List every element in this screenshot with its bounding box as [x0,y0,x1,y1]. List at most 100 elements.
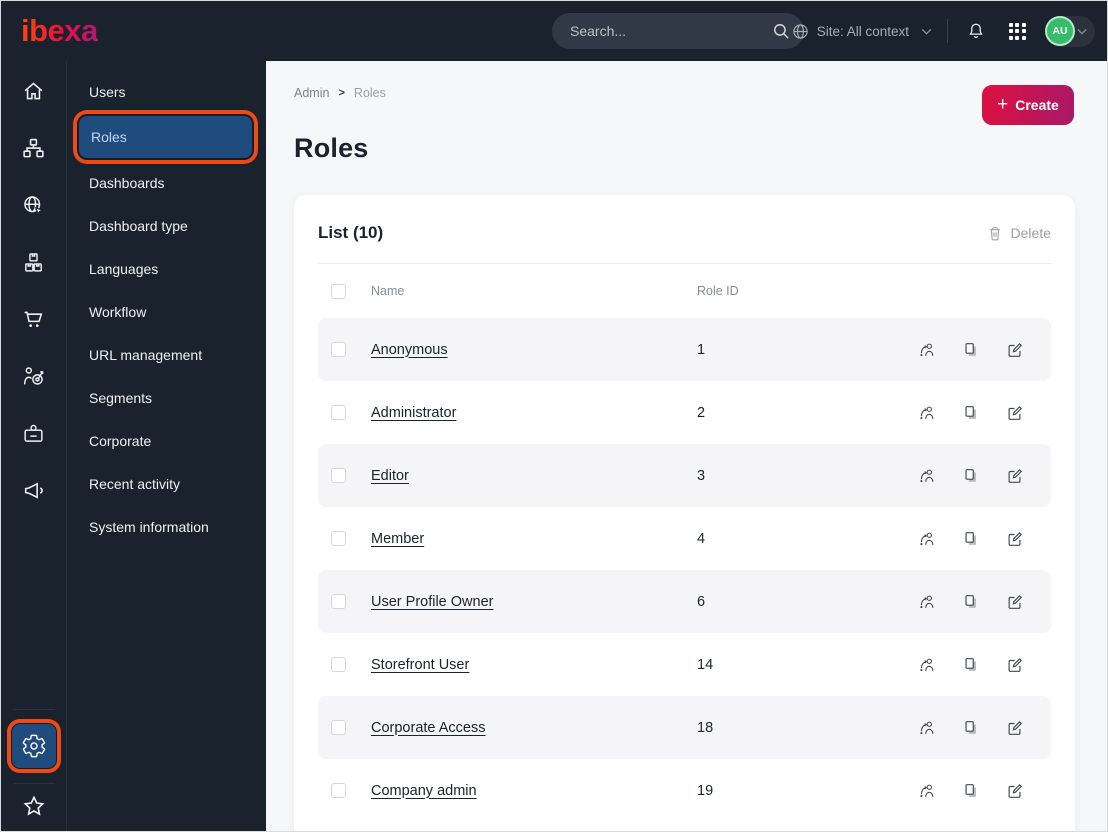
packages-icon[interactable] [21,249,47,275]
site-context-selector[interactable]: Site: All context [792,23,932,40]
search-input[interactable] [552,13,804,49]
row-actions [918,656,1038,674]
row-checkbox[interactable] [331,594,346,609]
row-checkbox[interactable] [331,468,346,483]
id-badge-icon[interactable] [21,420,47,446]
sidebar-item-system-information[interactable]: System information [77,505,254,548]
breadcrumb-admin[interactable]: Admin [294,86,329,100]
assign-user-icon[interactable] [918,467,936,485]
assign-user-icon[interactable] [918,719,936,737]
select-all-checkbox[interactable] [331,283,346,299]
app-window: ibexa Site: All context [0,0,1108,832]
assign-user-icon[interactable] [918,341,936,359]
sidebar-bottom-group [11,709,56,831]
row-actions [918,782,1038,800]
edit-icon[interactable] [1006,404,1024,422]
row-actions [918,593,1038,611]
role-name-link[interactable]: Member [371,531,697,547]
role-name-link[interactable]: Editor [371,468,697,484]
megaphone-icon[interactable] [21,477,47,503]
menu-item-label: System information [89,518,209,535]
copy-icon[interactable] [962,404,980,422]
ibexa-logo[interactable]: ibexa [21,13,98,49]
table-row: Administrator 2 [318,381,1051,444]
audience-target-icon[interactable] [21,363,47,389]
sidebar-item-dashboard-type[interactable]: Dashboard type [77,204,254,247]
copy-icon[interactable] [962,530,980,548]
sidebar-item-recent-activity[interactable]: Recent activity [77,462,254,505]
copy-icon[interactable] [962,341,980,359]
sidebar-item-corporate[interactable]: Corporate [77,419,254,462]
sidebar-item-dashboards[interactable]: Dashboards [77,161,254,204]
edit-icon[interactable] [1006,719,1024,737]
delete-button[interactable]: Delete [987,225,1051,242]
copy-icon[interactable] [962,593,980,611]
menu-item-label: Languages [89,260,159,277]
copy-icon[interactable] [962,719,980,737]
row-actions [918,404,1038,422]
sidebar-item-workflow[interactable]: Workflow [77,290,254,333]
edit-icon[interactable] [1006,341,1024,359]
assign-user-icon[interactable] [918,593,936,611]
row-checkbox[interactable] [331,405,346,420]
table-row: Company admin 19 [318,759,1051,822]
role-name-link[interactable]: Company admin [371,783,697,799]
row-checkbox[interactable] [331,342,346,357]
row-checkbox[interactable] [331,531,346,546]
edit-icon[interactable] [1006,467,1024,485]
row-checkbox[interactable] [331,783,346,798]
row-checkbox[interactable] [331,720,346,735]
gear-icon[interactable] [11,724,56,768]
topbar: ibexa Site: All context [1,1,1107,61]
role-name-link[interactable]: Anonymous [371,342,697,358]
assign-user-icon[interactable] [918,782,936,800]
menu-item-label: Dashboard type [89,217,188,234]
sidebar-item-languages[interactable]: Languages [77,247,254,290]
role-name-link[interactable]: Storefront User [371,657,697,673]
copy-icon[interactable] [962,782,980,800]
column-header-name: Name [371,284,405,298]
main-icon-sidebar [1,61,67,831]
cart-icon[interactable] [21,306,47,332]
edit-icon[interactable] [1006,656,1024,674]
bell-icon[interactable] [963,18,989,44]
menu-item-label: Corporate [89,432,152,449]
sidebar-item-roles[interactable]: Roles [79,116,252,158]
sidebar-item-users[interactable]: Users [77,70,254,113]
sidebar-item-segments[interactable]: Segments [77,376,254,419]
copy-icon[interactable] [962,656,980,674]
assign-user-icon[interactable] [918,530,936,548]
copy-icon[interactable] [962,467,980,485]
edit-icon[interactable] [1006,530,1024,548]
role-name-link[interactable]: Administrator [371,405,697,421]
content-tree-icon[interactable] [21,135,47,161]
avatar: AU [1047,18,1073,44]
row-checkbox[interactable] [331,657,346,672]
menu-item-label: Workflow [89,303,147,320]
chevron-down-icon [1077,28,1087,35]
create-button[interactable]: + Create [982,85,1074,125]
home-icon[interactable] [21,78,47,104]
assign-user-icon[interactable] [918,656,936,674]
row-actions [918,530,1038,548]
edit-icon[interactable] [1006,593,1024,611]
search-icon[interactable] [771,21,791,41]
role-id: 18 [697,719,714,736]
globe-icon [792,23,809,40]
table-row: Editor 3 [318,444,1051,507]
role-name-link[interactable]: Corporate Access [371,720,697,736]
user-menu[interactable]: AU [1045,15,1095,47]
breadcrumb-separator: > [338,87,345,99]
role-name-link[interactable]: User Profile Owner [371,594,697,610]
sidebar-item-url-management[interactable]: URL management [77,333,254,376]
grid-apps-icon[interactable] [1004,18,1030,44]
main-content: Admin > Roles + Create Roles List (10) D… [266,61,1107,831]
row-actions [918,341,1038,359]
table-row: Storefront User 14 [318,633,1051,696]
list-header: List (10) Delete [318,217,1051,249]
assign-user-icon[interactable] [918,404,936,422]
edit-icon[interactable] [1006,782,1024,800]
star-icon[interactable] [21,793,47,819]
globe-cursor-icon[interactable] [21,192,47,218]
table-row: Corporate Access 18 [318,696,1051,759]
